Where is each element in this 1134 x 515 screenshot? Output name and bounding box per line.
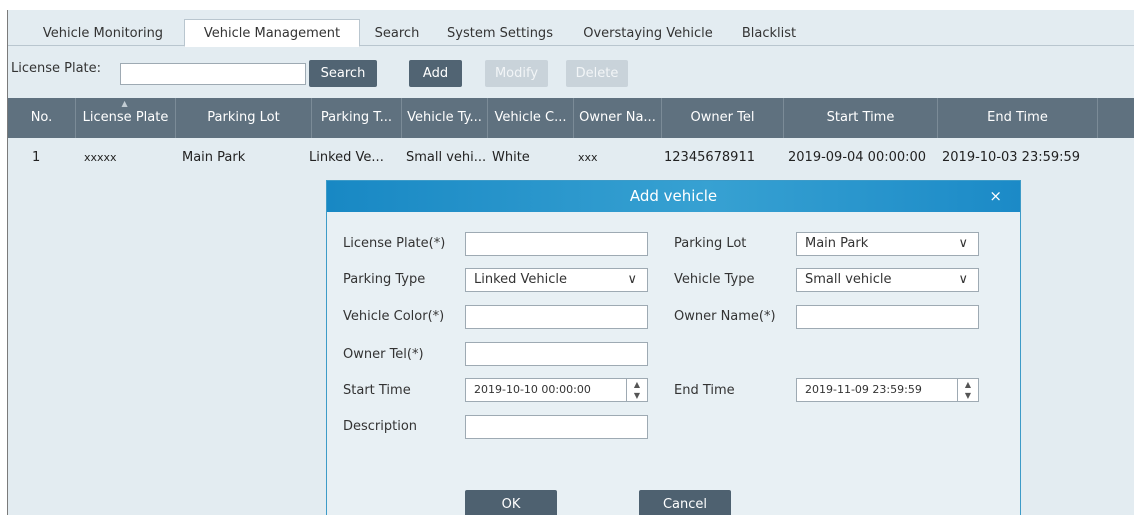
cell-owner-tel: 12345678911 [664,150,755,165]
column-header-end-time[interactable]: End Time [938,98,1098,138]
sort-up-icon: ▲ [121,99,128,108]
start-time-value: 2019-10-10 00:00:00 [474,383,591,396]
spin-down-icon[interactable]: ▼ [627,390,647,401]
cell-parking-type: Linked Ve... [309,150,384,165]
cell-license-plate: xxxxx [84,151,117,164]
ok-button[interactable]: OK [465,490,557,515]
toolbar: License Plate: Search Add Modify Delete [8,47,1134,88]
tab-system-settings[interactable]: System Settings [438,20,562,47]
license-plate-label: License Plate(*) [343,236,446,251]
parking-lot-label: Parking Lot [674,236,747,251]
spin-up-icon[interactable]: ▲ [627,379,647,390]
vehicle-color-field[interactable] [465,305,648,329]
tab-overstaying-vehicle[interactable]: Overstaying Vehicle [574,20,722,47]
search-button[interactable]: Search [309,60,377,87]
add-button[interactable]: Add [409,60,462,87]
column-header-license-plate[interactable]: ▲ License Plate [76,98,176,138]
tab-vehicle-monitoring[interactable]: Vehicle Monitoring [28,20,178,47]
tab-vehicle-management[interactable]: Vehicle Management [184,19,360,47]
spin-down-icon[interactable]: ▼ [958,390,978,401]
cell-vehicle-color: White [492,150,530,165]
column-header-parking-type[interactable]: Parking T... [312,98,402,138]
description-label: Description [343,419,418,434]
cell-start-time: 2019-09-04 00:00:00 [788,150,927,165]
parking-type-select[interactable]: Linked Vehicle ∨ [465,268,648,292]
description-field[interactable] [465,415,648,439]
chevron-down-icon: ∨ [627,272,637,287]
column-header-vehicle-color[interactable]: Vehicle C... [488,98,574,138]
cell-vehicle-type: Small vehi... [406,150,487,165]
column-header-start-time[interactable]: Start Time [784,98,938,138]
owner-name-field[interactable] [796,305,979,329]
end-time-value: 2019-11-09 23:59:59 [805,383,922,396]
owner-tel-field[interactable] [465,342,648,366]
table-header: No. ▲ License Plate Parking Lot Parking … [8,98,1134,138]
parking-lot-select[interactable]: Main Park ∨ [796,232,979,256]
column-header-owner-name[interactable]: Owner Na... [574,98,662,138]
cell-no: 1 [32,150,41,165]
parking-lot-value: Main Park [805,236,869,251]
vehicle-type-label: Vehicle Type [674,272,755,287]
column-header-no[interactable]: No. [8,98,76,138]
column-header-label: License Plate [82,110,169,125]
tab-search[interactable]: Search [364,20,430,47]
cell-owner-name: xxx [578,151,598,164]
modify-button[interactable]: Modify [485,60,548,87]
chevron-down-icon: ∨ [958,272,968,287]
dialog-title: Add vehicle [327,181,1020,212]
start-time-spinner[interactable]: ▲ ▼ [626,378,648,402]
close-icon[interactable]: × [989,181,1002,212]
owner-tel-label: Owner Tel(*) [343,347,424,362]
end-time-spinner[interactable]: ▲ ▼ [957,378,979,402]
cancel-button[interactable]: Cancel [639,490,731,515]
vehicle-color-label: Vehicle Color(*) [343,309,445,324]
vehicle-type-select[interactable]: Small vehicle ∨ [796,268,979,292]
end-time-label: End Time [674,383,735,398]
cell-parking-lot: Main Park [182,150,246,165]
cell-end-time: 2019-10-03 23:59:59 [942,150,1081,165]
license-plate-filter-input[interactable] [120,63,306,85]
table-row[interactable]: 1 xxxxx Main Park Linked Ve... Small veh… [8,145,1134,171]
license-plate-filter-label: License Plate: [11,61,102,76]
tab-bar: Vehicle Monitoring Vehicle Management Se… [8,18,1134,47]
parking-type-label: Parking Type [343,272,426,287]
tab-blacklist[interactable]: Blacklist [734,20,804,47]
column-header-parking-lot[interactable]: Parking Lot [176,98,312,138]
vehicle-type-value: Small vehicle [805,272,892,287]
end-time-field[interactable]: 2019-11-09 23:59:59 ▲ ▼ [796,378,979,402]
column-header-vehicle-type[interactable]: Vehicle Ty... [402,98,488,138]
parking-type-value: Linked Vehicle [474,272,568,287]
start-time-field[interactable]: 2019-10-10 00:00:00 ▲ ▼ [465,378,648,402]
chevron-down-icon: ∨ [958,236,968,251]
delete-button[interactable]: Delete [566,60,628,87]
app-frame: Vehicle Monitoring Vehicle Management Se… [7,10,1134,515]
column-header-owner-tel[interactable]: Owner Tel [662,98,784,138]
owner-name-label: Owner Name(*) [674,309,776,324]
start-time-label: Start Time [343,383,411,398]
spin-up-icon[interactable]: ▲ [958,379,978,390]
license-plate-field[interactable] [465,232,648,256]
add-vehicle-dialog: Add vehicle × License Plate(*) Parking L… [326,180,1021,515]
